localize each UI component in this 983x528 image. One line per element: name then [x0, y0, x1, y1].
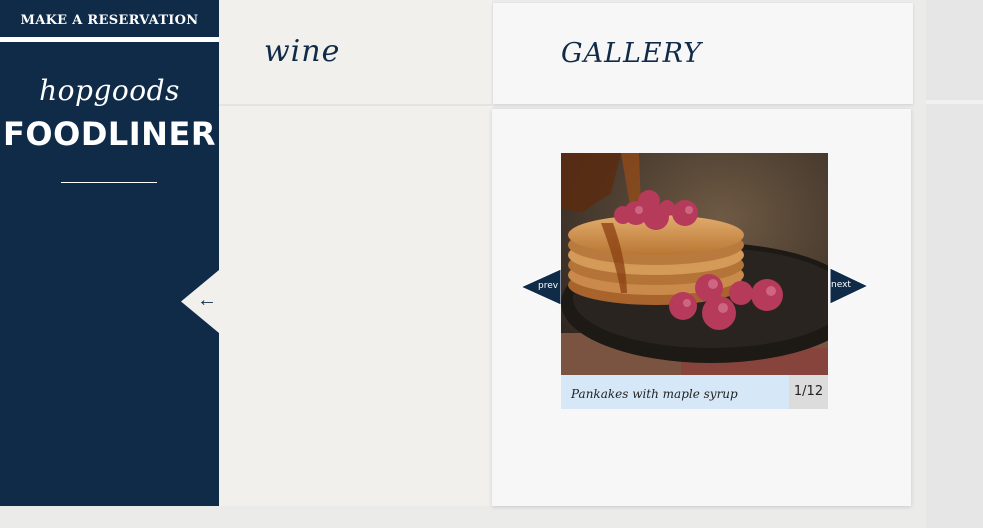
- right-edge-strip: [926, 0, 983, 528]
- wine-header: [219, 3, 492, 106]
- arrow-left-icon: ←: [197, 289, 217, 311]
- brand-divider: [61, 182, 157, 183]
- pancake-image: [561, 153, 828, 375]
- photo-caption: Pankakes with maple syrup: [561, 375, 789, 409]
- next-button[interactable]: next: [830, 268, 870, 304]
- brand-script-name: hopgoods: [39, 74, 180, 107]
- gallery-title[interactable]: GALLERY: [561, 38, 702, 69]
- photo-counter: 1/12: [789, 375, 828, 409]
- prev-button[interactable]: prev: [521, 269, 561, 305]
- next-label: next: [831, 280, 851, 290]
- gallery-photo: [561, 153, 828, 375]
- divider: [926, 100, 983, 104]
- prev-label: prev: [538, 281, 559, 291]
- reservation-underline: [0, 37, 219, 42]
- brand-name: FOODLINER: [3, 115, 216, 153]
- back-button[interactable]: ←: [181, 270, 219, 333]
- wine-title[interactable]: wine: [264, 34, 340, 69]
- gallery-header: [493, 3, 913, 104]
- make-reservation-button[interactable]: MAKE A RESERVATION: [0, 2, 219, 37]
